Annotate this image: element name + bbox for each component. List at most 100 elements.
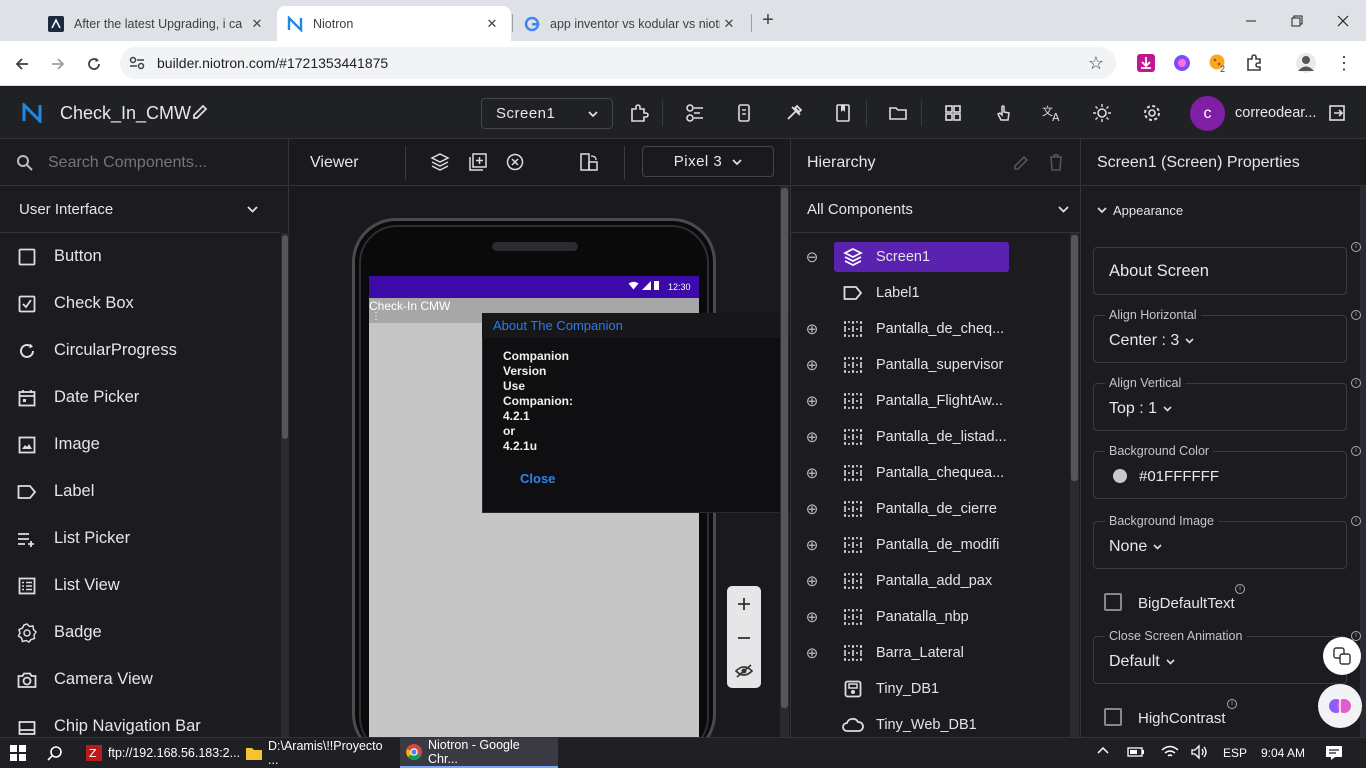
close-circle-icon[interactable] xyxy=(505,152,525,172)
notification-center-icon[interactable] xyxy=(1325,745,1343,761)
tree-node[interactable]: ⊕ Pantalla_chequea... xyxy=(790,455,1070,491)
tree-node-box[interactable]: Pantalla_chequea... xyxy=(834,458,1012,488)
layers-icon[interactable] xyxy=(430,152,450,172)
tree-node[interactable]: Tiny_Web_DB1 xyxy=(790,707,1070,737)
palette-item-camera-view[interactable]: Camera View xyxy=(0,656,280,703)
info-icon[interactable]: i xyxy=(1351,516,1361,526)
rename-pencil-icon[interactable] xyxy=(1013,154,1030,171)
expand-icon[interactable]: ⊕ xyxy=(790,392,834,410)
browser-tab[interactable]: After the latest Upgrading, i ca ✕ xyxy=(38,6,276,41)
palette-item-circularprogress[interactable]: CircularProgress xyxy=(0,327,280,374)
align-horizontal-select[interactable]: Center : 3 xyxy=(1109,332,1194,350)
scrollbar-thumb[interactable] xyxy=(1071,235,1078,481)
expand-icon[interactable]: ⊕ xyxy=(790,536,834,554)
zoom-in-plus-icon[interactable] xyxy=(727,590,761,618)
tree-node[interactable]: ⊕ Pantalla_add_pax xyxy=(790,563,1070,599)
tree-node-box[interactable]: Pantalla_de_cheq... xyxy=(834,314,1012,344)
reload-icon[interactable] xyxy=(80,52,108,76)
info-icon[interactable]: i xyxy=(1351,446,1361,456)
project-name[interactable]: Check_In_CMW xyxy=(60,103,191,124)
palette-scrollbar[interactable] xyxy=(281,233,289,737)
ai-extension-icon[interactable] xyxy=(1170,52,1194,74)
palette-item-button[interactable]: Button xyxy=(0,233,280,280)
info-icon[interactable]: i xyxy=(1351,310,1361,320)
tree-node[interactable]: ⊕ Pantalla_de_cierre xyxy=(790,491,1070,527)
color-swatch[interactable] xyxy=(1113,469,1127,483)
windows-start-icon[interactable] xyxy=(10,745,26,761)
tree-node-box[interactable]: Pantalla_de_listad... xyxy=(834,422,1015,452)
hierarchy-filter-dropdown[interactable]: All Components xyxy=(790,186,1081,233)
high-contrast-checkbox[interactable] xyxy=(1104,708,1122,726)
viewer-scrollbar[interactable] xyxy=(780,186,789,737)
screen-selector[interactable]: Screen1 xyxy=(481,98,613,129)
chrome-menu-icon[interactable]: ⋮ xyxy=(1332,52,1356,74)
tree-node-box[interactable]: Panatalla_nbp xyxy=(834,602,977,632)
folder-icon[interactable] xyxy=(883,98,913,128)
book-docs-icon[interactable] xyxy=(828,98,858,128)
tree-node[interactable]: ⊕ Pantalla_de_cheq... xyxy=(790,311,1070,347)
tree-node[interactable]: ⊕ Pantalla_supervisor xyxy=(790,347,1070,383)
tree-node[interactable]: ⊖ Screen1 xyxy=(790,239,1070,275)
build-tools-icon[interactable] xyxy=(779,98,809,128)
tree-node[interactable]: Tiny_DB1 xyxy=(790,671,1070,707)
expand-icon[interactable]: ⊕ xyxy=(790,608,834,626)
taskbar-app-chrome[interactable]: Niotron - Google Chr... xyxy=(400,738,558,768)
info-icon[interactable]: i xyxy=(1235,584,1245,594)
device-selector[interactable]: Pixel 3 xyxy=(642,146,774,177)
background-color-field[interactable] xyxy=(1093,451,1347,499)
new-tab-plus-icon[interactable]: + xyxy=(756,8,780,32)
expand-icon[interactable]: ⊕ xyxy=(790,464,834,482)
app-menu-icon[interactable]: ⋮ xyxy=(371,312,381,322)
scrollbar-thumb[interactable] xyxy=(282,235,288,439)
scrollbar-thumb[interactable] xyxy=(781,188,788,708)
volume-tray-icon[interactable] xyxy=(1191,744,1209,760)
edit-pencil-icon[interactable] xyxy=(191,103,209,121)
dialog-close-button[interactable]: Close xyxy=(520,471,555,486)
expand-icon[interactable]: ⊕ xyxy=(790,428,834,446)
expand-icon[interactable]: ⊕ xyxy=(790,572,834,590)
cookie-extension-icon[interactable]: 2 xyxy=(1206,52,1230,74)
tab-close-icon[interactable]: ✕ xyxy=(248,16,266,32)
taskbar-app-ftp[interactable]: Z ftp://192.168.56.183:2... xyxy=(80,738,240,768)
align-vertical-select[interactable]: Top : 1 xyxy=(1109,400,1172,418)
logout-icon[interactable] xyxy=(1322,98,1352,128)
palette-item-badge[interactable]: Badge xyxy=(0,609,280,656)
bookmark-star-icon[interactable]: ☆ xyxy=(1084,52,1108,74)
collapse-icon[interactable]: ⊖ xyxy=(790,248,834,266)
zoom-out-minus-icon[interactable] xyxy=(727,624,761,652)
taskbar-search-icon[interactable] xyxy=(47,745,63,761)
palette-item-date-picker[interactable]: Date Picker xyxy=(0,374,280,421)
taskbar-app-explorer[interactable]: D:\Aramis\!!Proyecto ... xyxy=(240,738,398,768)
tree-node[interactable]: Label1 xyxy=(790,275,1070,311)
big-default-text-checkbox[interactable] xyxy=(1104,593,1122,611)
browser-tab[interactable]: app inventor vs kodular vs niotr ✕ xyxy=(514,6,748,41)
back-arrow-icon[interactable] xyxy=(8,52,36,76)
expand-icon[interactable]: ⊕ xyxy=(790,320,834,338)
profile-avatar-icon[interactable] xyxy=(1294,52,1318,74)
user-avatar[interactable]: c xyxy=(1190,96,1225,131)
user-name[interactable]: correodear... xyxy=(1235,105,1316,121)
palette-item-chip-navigation-bar[interactable]: Chip Navigation Bar xyxy=(0,703,280,737)
info-icon[interactable]: i xyxy=(1227,699,1237,709)
tree-node-box[interactable]: Label1 xyxy=(834,278,928,308)
palette-item-label[interactable]: Label xyxy=(0,468,280,515)
palette-item-check-box[interactable]: Check Box xyxy=(0,280,280,327)
hide-eye-icon[interactable] xyxy=(727,657,761,685)
about-screen-field[interactable]: About Screen xyxy=(1093,247,1347,295)
tree-node[interactable]: ⊕ Pantalla_de_modifi xyxy=(790,527,1070,563)
translate-icon[interactable]: 文A xyxy=(1037,98,1067,128)
palette-item-list-picker[interactable]: List Picker xyxy=(0,515,280,562)
dashboard-grid-icon[interactable] xyxy=(938,98,968,128)
expand-icon[interactable]: ⊕ xyxy=(790,500,834,518)
delete-trash-icon[interactable] xyxy=(1049,154,1063,171)
blocks-tree-icon[interactable] xyxy=(680,98,710,128)
tree-node-box[interactable]: Pantalla_FlightAw... xyxy=(834,386,1011,416)
taskbar-clock[interactable]: 9:04 AM xyxy=(1261,746,1305,760)
tree-node-box[interactable]: Tiny_DB1 xyxy=(834,674,947,704)
info-icon[interactable]: i xyxy=(1351,242,1361,252)
tree-node-box[interactable]: Tiny_Web_DB1 xyxy=(834,710,985,737)
tree-node[interactable]: ⊕ Barra_Lateral xyxy=(790,635,1070,671)
phone-device-icon[interactable] xyxy=(729,98,759,128)
tab-close-icon[interactable]: ✕ xyxy=(720,16,738,32)
restore-icon[interactable] xyxy=(1274,0,1320,41)
